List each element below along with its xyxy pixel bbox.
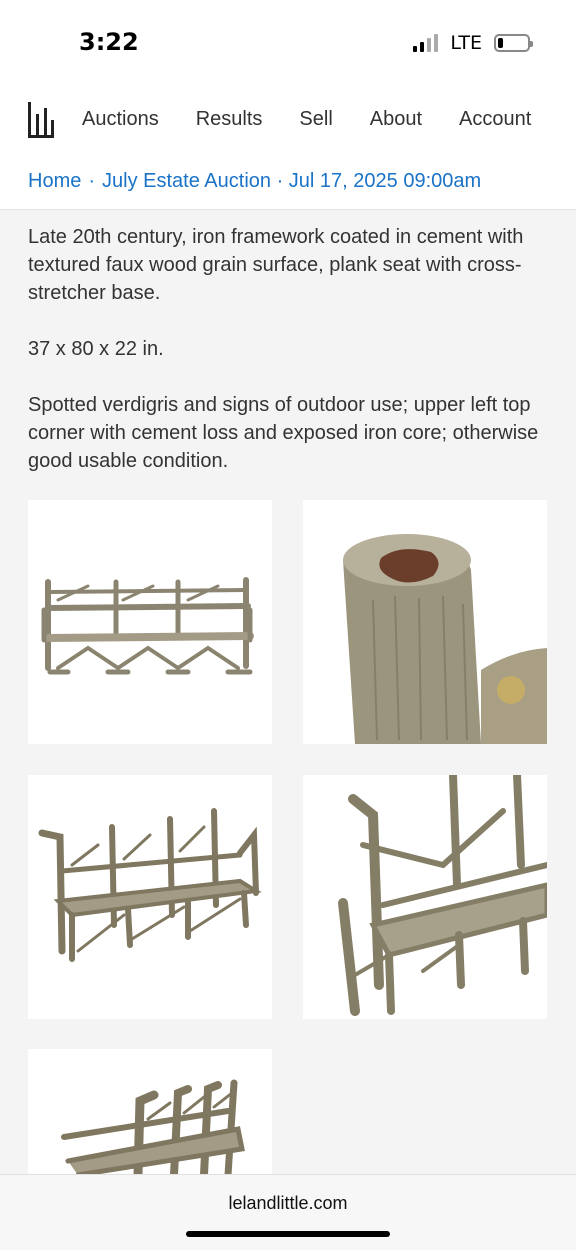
breadcrumb-home-link[interactable]: Home [28, 170, 81, 192]
nav-sell[interactable]: Sell [299, 108, 332, 131]
status-icons: LTE [413, 32, 533, 54]
site-logo[interactable] [28, 100, 54, 140]
nav-about[interactable]: About [370, 108, 422, 131]
condition-text: Spotted verdigris and signs of outdoor u… [28, 394, 539, 472]
nav-account[interactable]: Account [459, 108, 531, 131]
lot-description: Late 20th century, iron framework coated… [28, 223, 548, 475]
battery-icon [494, 34, 533, 52]
lot-image-angled-view[interactable] [28, 775, 272, 1019]
nav-results[interactable]: Results [196, 108, 263, 131]
status-bar: 3:22 LTE [0, 0, 576, 86]
dimensions-text: 37 x 80 x 22 in. [28, 338, 164, 360]
signal-icon [413, 34, 439, 52]
lot-image-closeup-view[interactable] [303, 775, 547, 1019]
lot-content: Late 20th century, iron framework coated… [0, 211, 576, 503]
description-paragraph: Late 20th century, iron framework coated… [28, 226, 524, 304]
breadcrumb: Home · July Estate Auction · Jul 17, 2025 … [28, 170, 481, 193]
lot-image-detail-post[interactable] [303, 500, 547, 744]
browser-bottom-bar: lelandlittle.com [0, 1174, 576, 1250]
nav-auctions[interactable]: Auctions [82, 108, 159, 131]
nav-menu: Auctions Results Sell About Account [82, 108, 531, 131]
lot-image-side-view[interactable] [28, 1049, 272, 1175]
status-time: 3:22 [79, 28, 139, 56]
lot-image-front-view[interactable] [28, 500, 272, 744]
breadcrumb-auction-link[interactable]: July Estate Auction · Jul 17, 2025 09:00… [102, 170, 481, 192]
network-label: LTE [450, 32, 482, 54]
address-bar-url[interactable]: lelandlittle.com [0, 1193, 576, 1214]
site-navbar: Auctions Results Sell About Account [0, 86, 576, 156]
breadcrumb-bar: Home · July Estate Auction · Jul 17, 2025 … [0, 156, 576, 210]
breadcrumb-separator: · [88, 170, 96, 192]
home-indicator[interactable] [186, 1231, 390, 1237]
